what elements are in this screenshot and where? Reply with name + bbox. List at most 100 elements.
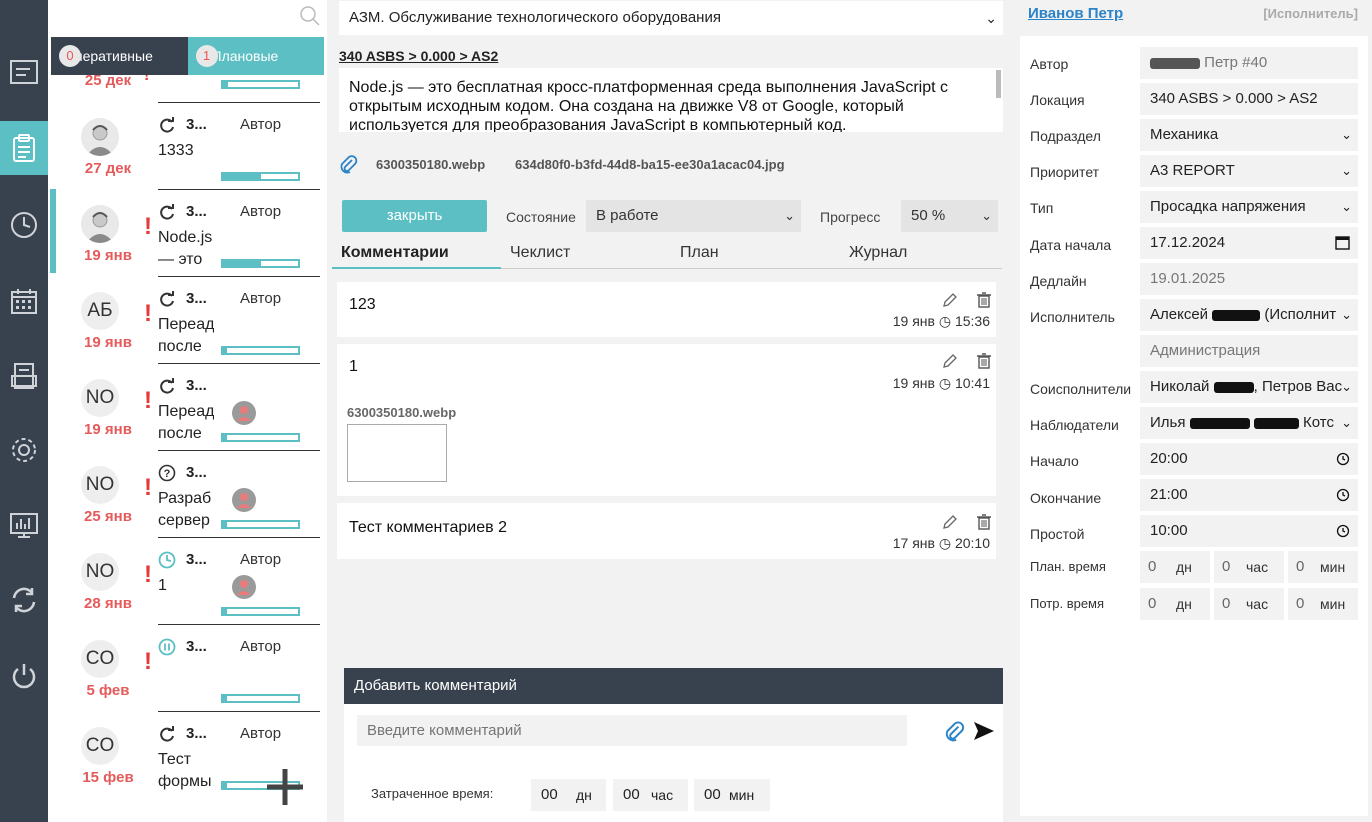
- end-time-field[interactable]: 21:00: [1140, 479, 1358, 511]
- search-icon[interactable]: [299, 5, 321, 27]
- attachment-image[interactable]: [347, 424, 447, 482]
- trash-icon[interactable]: [976, 292, 992, 308]
- clipboard-icon[interactable]: [0, 121, 48, 175]
- task-row[interactable]: 27 дек 3... Автор 1333: [48, 102, 320, 189]
- spent-days-value: 00: [541, 786, 558, 803]
- power-icon[interactable]: [0, 649, 48, 703]
- task-description[interactable]: Node.js — это бесплатная кросс-платформе…: [339, 68, 1003, 132]
- tab-planned[interactable]: 1 Плановые: [187, 37, 324, 75]
- comment-attachment-name[interactable]: 6300350180.webp: [347, 405, 456, 420]
- task-row[interactable]: АБ 19 янв! 3... Автор Переад после: [48, 276, 320, 363]
- category-select[interactable]: АЗМ. Обслуживание технологического обору…: [339, 1, 1003, 35]
- chevron-down-icon: ⌄: [1341, 415, 1352, 430]
- calendar-icon[interactable]: [1335, 235, 1350, 250]
- spent-days-unit: дн: [1176, 596, 1192, 612]
- attachment-link[interactable]: 634d80f0-b3fd-44d8-ba15-ee30a1acac04.jpg: [515, 157, 785, 172]
- clock-icon[interactable]: [0, 198, 48, 252]
- location-field[interactable]: 340 ASBS > 0.000 > AS2: [1140, 83, 1358, 115]
- redacted-text: [1213, 381, 1254, 393]
- task-row[interactable]: 19 янв! 3... Автор Node.js — это: [48, 189, 320, 276]
- monitor-chart-icon[interactable]: [0, 498, 48, 552]
- comment-date: 17 янв: [892, 535, 935, 551]
- document-icon[interactable]: [0, 349, 48, 403]
- current-user-link[interactable]: Иванов Петр: [1028, 5, 1123, 22]
- comment-date: 19 янв: [892, 375, 935, 391]
- downtime-field[interactable]: 10:00: [1140, 515, 1358, 547]
- chevron-down-icon: ⌄: [1341, 127, 1352, 142]
- alert-mark: !: [144, 387, 152, 414]
- progress-value: 50 %: [911, 207, 946, 224]
- spent-days-field[interactable]: 0 дн: [1140, 588, 1210, 620]
- clock-icon[interactable]: [1336, 488, 1350, 502]
- spent-days-field[interactable]: 00 дн: [531, 779, 606, 811]
- pencil-icon[interactable]: [942, 292, 958, 308]
- gear-icon[interactable]: [0, 423, 48, 477]
- spent-time-label: Затраченное время:: [371, 786, 494, 801]
- start-date-field[interactable]: 17.12.2024: [1140, 227, 1358, 259]
- task-row[interactable]: NO 28 янв! 3... Автор 1: [48, 537, 320, 624]
- tab-comments[interactable]: Комментарии: [332, 241, 501, 269]
- task-title: Разраб сервер: [158, 488, 214, 532]
- task-progress: [221, 346, 300, 355]
- downtime-value: 10:00: [1150, 522, 1188, 539]
- plan-days-field[interactable]: 0 дн: [1140, 551, 1210, 583]
- spent-mins-unit: мин: [1320, 596, 1346, 612]
- pencil-icon[interactable]: [942, 514, 958, 530]
- description-text: Node.js — это бесплатная кросс-платформе…: [349, 79, 949, 132]
- send-icon[interactable]: [972, 719, 996, 743]
- trash-icon[interactable]: [976, 353, 992, 369]
- calendar-icon[interactable]: [0, 274, 48, 328]
- avatar: [81, 205, 119, 243]
- terminal-icon[interactable]: [0, 45, 48, 99]
- close-task-button[interactable]: закрыть: [342, 200, 487, 232]
- clock-icon[interactable]: [1336, 452, 1350, 466]
- progress-select[interactable]: 50 % ⌄: [901, 200, 998, 232]
- priority-select[interactable]: A3 REPORT ⌄: [1140, 155, 1358, 187]
- tab-checklist[interactable]: Чеклист: [510, 241, 570, 269]
- dept-select[interactable]: Механика ⌄: [1140, 119, 1358, 151]
- coassignees-select[interactable]: Николай , Петров Вас ⌄: [1140, 371, 1358, 403]
- task-row[interactable]: NO 25 янв!? 3... Разраб сервер: [48, 450, 320, 537]
- location-link[interactable]: 340 ASBS > 0.000 > AS2: [339, 48, 498, 64]
- task-list[interactable]: 25 дек ! 27 дек 3... Автор 1333 19 янв! 3... А…: [48, 75, 327, 822]
- spent-hours-field[interactable]: 0 час: [1214, 588, 1284, 620]
- task-number: 3...: [186, 203, 207, 220]
- clock-icon[interactable]: [1336, 524, 1350, 538]
- assignee-rest: (Исполнит: [1264, 306, 1337, 323]
- plan-hours-field[interactable]: 0 час: [1214, 551, 1284, 583]
- pencil-icon[interactable]: [942, 353, 958, 369]
- paperclip-icon[interactable]: [942, 719, 966, 743]
- task-row[interactable]: CO 5 фев! 3... Автор: [48, 624, 320, 711]
- spent-hours-field[interactable]: 00 час: [613, 779, 688, 811]
- state-select[interactable]: В работе ⌄: [586, 200, 801, 232]
- author-label: Автор: [1030, 56, 1069, 72]
- comment-time: 15:36: [954, 313, 990, 329]
- attachment-link[interactable]: 6300350180.webp: [376, 157, 485, 172]
- detail-tabs: Комментарии Чеклист План Журнал: [332, 241, 1002, 269]
- tab-operative[interactable]: 0 перативные: [51, 37, 188, 75]
- spent-mins-field[interactable]: 0 мин: [1288, 588, 1358, 620]
- plan-mins-field[interactable]: 0 мин: [1288, 551, 1358, 583]
- task-date: 27 дек: [84, 160, 132, 177]
- task-progress: [221, 694, 300, 703]
- refresh-icon: [158, 290, 176, 308]
- spent-mins-field[interactable]: 00 мин: [694, 779, 770, 811]
- chevron-down-icon: ⌄: [1341, 307, 1352, 322]
- task-row[interactable]: NO 19 янв! 3... Переад после: [48, 363, 320, 450]
- tab-journal[interactable]: Журнал: [849, 241, 907, 269]
- comment-input[interactable]: [357, 715, 907, 746]
- trash-icon[interactable]: [976, 514, 992, 530]
- tab-count: 0: [59, 45, 81, 67]
- type-select[interactable]: Просадка напряжения ⌄: [1140, 191, 1358, 223]
- begin-time-field[interactable]: 20:00: [1140, 443, 1358, 475]
- comment-item: 1 19 янв ◷ 10:41 6300350180.webp: [337, 344, 996, 496]
- refresh-icon: [158, 725, 176, 743]
- assignee-select[interactable]: Алексей (Исполнит ⌄: [1140, 299, 1358, 331]
- search-bar[interactable]: [48, 0, 327, 36]
- description-scrollbar[interactable]: [996, 70, 1001, 98]
- observers-select[interactable]: Илья Котс ⌄: [1140, 407, 1358, 439]
- add-task-button[interactable]: [265, 767, 305, 807]
- sync-icon[interactable]: [0, 573, 48, 627]
- tab-plan[interactable]: План: [680, 241, 719, 269]
- add-comment-header: Добавить комментарий: [344, 668, 1003, 704]
